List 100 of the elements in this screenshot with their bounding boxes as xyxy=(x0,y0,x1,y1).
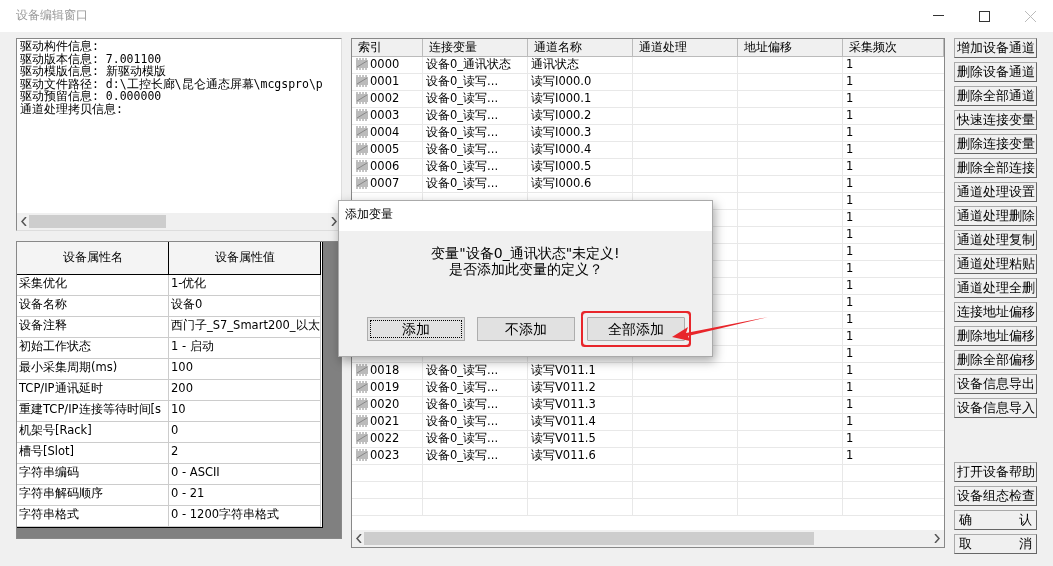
table-cell-text: 设备0_读写... xyxy=(425,176,500,192)
minimize-icon[interactable] xyxy=(932,15,944,17)
table-cell-text: 1 xyxy=(845,414,855,430)
property-value[interactable]: 0 - ASCII xyxy=(169,464,321,485)
property-value[interactable]: 0 - 1200字符串格式 xyxy=(169,506,321,527)
side-button[interactable]: 通道处理粘贴 xyxy=(954,254,1037,274)
scroll-right-icon[interactable] xyxy=(331,217,337,226)
property-value[interactable]: 0 xyxy=(169,422,321,443)
side-button[interactable]: 连接地址偏移 xyxy=(954,302,1037,322)
chip-icon xyxy=(355,58,369,70)
property-name: 设备名称 xyxy=(17,296,169,317)
table-cell-text: 读写I000.2 xyxy=(530,108,593,124)
chip-icon xyxy=(355,75,369,87)
table-cell-text: 读写V011.3 xyxy=(530,397,597,413)
chip-icon xyxy=(355,432,369,444)
table-cell-text: 1 xyxy=(845,380,855,396)
property-value[interactable]: 100 xyxy=(169,359,321,380)
side-button[interactable]: 通道处理设置 xyxy=(954,182,1037,202)
property-value[interactable]: 设备0 xyxy=(169,296,321,317)
property-name: 采集优化 xyxy=(17,275,169,296)
index-cell: 0023 xyxy=(370,448,400,462)
table-cell-text: 1 xyxy=(845,176,855,192)
side-button[interactable]: 设备信息导出 xyxy=(954,374,1037,394)
dialog-button[interactable]: 添加 xyxy=(367,317,465,341)
chip-icon xyxy=(355,126,369,138)
table-cell-text: 设备0_读写... xyxy=(425,448,500,464)
index-cell: 0003 xyxy=(370,108,400,122)
chip-icon xyxy=(355,364,369,376)
info-line: 驱动构件信息: xyxy=(20,40,100,53)
dialog-button[interactable]: 不添加 xyxy=(477,317,575,341)
side-button[interactable]: 删除全部连接 xyxy=(954,158,1037,178)
side-button[interactable]: 删除地址偏移 xyxy=(954,326,1037,346)
property-name: 字符串格式 xyxy=(17,506,169,527)
column-header: 设备属性名 xyxy=(17,242,169,275)
scroll-left-icon[interactable] xyxy=(356,534,362,543)
table-cell-text: 1 xyxy=(845,278,855,294)
table-cell-text: 设备0_读写... xyxy=(425,159,500,175)
column-header[interactable]: 通道处理 xyxy=(633,39,738,57)
table-cell-text: 读写I000.0 xyxy=(530,74,593,90)
index-cell: 0000 xyxy=(370,57,400,71)
table-cell-text: 读写I000.4 xyxy=(530,142,593,158)
index-cell: 0005 xyxy=(370,142,400,156)
dialog-message: 是否添加此变量的定义？ xyxy=(447,261,604,277)
index-cell: 0018 xyxy=(370,363,400,377)
scrollbar-thumb[interactable] xyxy=(29,215,166,228)
side-button[interactable]: 删除连接变量 xyxy=(954,134,1037,154)
column-header[interactable]: 地址偏移 xyxy=(738,39,843,57)
chip-icon xyxy=(355,381,369,393)
column-header[interactable]: 采集频次 xyxy=(843,39,944,57)
maximize-icon[interactable] xyxy=(978,10,990,22)
scrollbar-thumb[interactable] xyxy=(364,532,814,545)
table-cell-text: 1 xyxy=(845,244,855,260)
side-button[interactable]: 快速连接变量 xyxy=(954,110,1037,130)
table-cell-text: 1 xyxy=(845,329,855,345)
property-value[interactable]: 10 xyxy=(169,401,321,422)
side-button[interactable]: 设备信息导入 xyxy=(954,398,1037,418)
column-header[interactable]: 索引 xyxy=(352,39,423,57)
side-button[interactable]: 增加设备通道 xyxy=(954,38,1037,58)
side-button[interactable]: 取 消 xyxy=(954,534,1037,554)
table-cell-text: 1 xyxy=(845,210,855,226)
table-cell-text: 1 xyxy=(845,312,855,328)
property-value[interactable]: 200 xyxy=(169,380,321,401)
side-button[interactable]: 删除设备通道 xyxy=(954,62,1037,82)
scroll-right-icon[interactable] xyxy=(934,534,940,543)
table-cell-text: 1 xyxy=(845,125,855,141)
side-button[interactable]: 确 认 xyxy=(954,510,1037,530)
table-cell-text: 设备0_读写... xyxy=(425,414,500,430)
scroll-left-icon[interactable] xyxy=(21,217,27,226)
column-header[interactable]: 通道名称 xyxy=(528,39,633,57)
info-line: 驱动模版信息: 新驱动模版 xyxy=(20,65,167,78)
side-button[interactable]: 删除全部通道 xyxy=(954,86,1037,106)
table-cell-text: 1 xyxy=(845,431,855,447)
side-button[interactable]: 通道处理全删 xyxy=(954,278,1037,298)
table-cell-text: 设备0_读写... xyxy=(425,431,500,447)
chip-icon xyxy=(355,415,369,427)
index-cell: 0007 xyxy=(370,176,400,190)
side-button[interactable]: 删除全部偏移 xyxy=(954,350,1037,370)
column-header[interactable]: 连接变量 xyxy=(423,39,528,57)
table-cell-text: 1 xyxy=(845,193,855,209)
side-button[interactable]: 通道处理删除 xyxy=(954,206,1037,226)
property-name: 机架号[Rack] xyxy=(17,422,169,443)
table-cell-text: 读写V011.5 xyxy=(530,431,597,447)
table-cell-text: 1 xyxy=(845,142,855,158)
table-cell-text: 1 xyxy=(845,261,855,277)
index-cell: 0020 xyxy=(370,397,400,411)
table-cell-text: 读写I000.6 xyxy=(530,176,593,192)
table-cell-text: 1 xyxy=(845,74,855,90)
property-value[interactable]: 西门子_S7_Smart200_以太 xyxy=(169,317,321,338)
property-name: 槽号[Slot] xyxy=(17,443,169,464)
side-button[interactable]: 设备组态检查 xyxy=(954,486,1037,506)
property-name: TCP/IP通讯延时 xyxy=(17,380,169,401)
property-name: 字符串编码 xyxy=(17,464,169,485)
side-button[interactable]: 打开设备帮助 xyxy=(954,462,1037,482)
property-value[interactable]: 1-优化 xyxy=(169,275,321,296)
info-line: 通道处理拷贝信息: xyxy=(20,102,124,115)
property-value[interactable]: 1 - 启动 xyxy=(169,338,321,359)
side-button[interactable]: 通道处理复制 xyxy=(954,230,1037,250)
property-value[interactable]: 0 - 21 xyxy=(169,485,321,506)
index-cell: 0004 xyxy=(370,125,400,139)
property-value[interactable]: 2 xyxy=(169,443,321,464)
